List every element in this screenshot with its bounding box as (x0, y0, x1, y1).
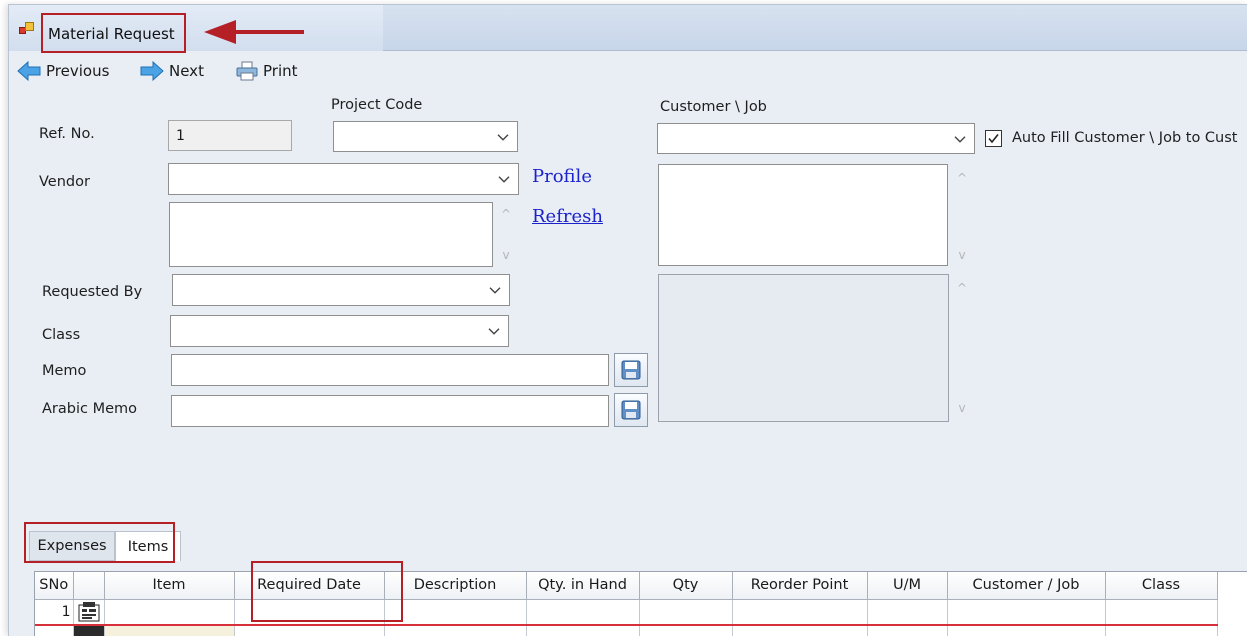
cell-item-picker[interactable] (73, 625, 105, 636)
column-header-blank[interactable] (73, 572, 105, 600)
requested-by-label: Requested By (42, 284, 143, 300)
printer-icon (236, 61, 258, 81)
cell-qty[interactable] (639, 599, 733, 626)
cell-description[interactable] (384, 599, 527, 626)
project-code-dropdown[interactable] (333, 121, 518, 152)
items-table: SNo Item Required Date Description Qty. … (35, 572, 1218, 636)
table-row[interactable]: 1 (35, 599, 1218, 626)
scroll-up-icon[interactable]: ^ (955, 282, 969, 294)
cell-um[interactable] (867, 599, 948, 626)
cell-sno (35, 625, 74, 636)
grid-header-row: SNo Item Required Date Description Qty. … (35, 572, 1218, 600)
cell-required-date[interactable] (234, 625, 385, 636)
app-icon (19, 22, 35, 36)
column-header-description[interactable]: Description (384, 572, 527, 600)
refresh-link[interactable]: Refresh (532, 206, 603, 227)
customer-address-textarea[interactable] (658, 164, 948, 266)
cell-qty[interactable] (639, 625, 733, 636)
next-button[interactable]: Next (140, 59, 204, 83)
cell-class[interactable] (1105, 625, 1218, 636)
print-label: Print (263, 62, 298, 80)
cell-sno: 1 (35, 599, 74, 626)
arabic-memo-input[interactable] (171, 395, 609, 427)
project-code-label: Project Code (331, 97, 423, 113)
column-header-class[interactable]: Class (1105, 572, 1218, 600)
cell-class[interactable] (1105, 599, 1218, 626)
previous-button[interactable]: Previous (17, 59, 109, 83)
checkmark-icon (988, 134, 999, 144)
cell-item[interactable] (104, 599, 235, 626)
scroll-up-icon[interactable]: ^ (499, 208, 513, 220)
arrow-right-icon (140, 61, 164, 81)
vendor-dropdown[interactable] (168, 163, 519, 195)
column-header-customer-job[interactable]: Customer / Job (947, 572, 1106, 600)
table-row[interactable] (35, 625, 1218, 636)
chevron-down-icon (954, 135, 966, 143)
cell-um[interactable] (867, 625, 948, 636)
cell-item[interactable] (104, 625, 235, 636)
column-header-item[interactable]: Item (104, 572, 235, 600)
ref-no-label: Ref. No. (39, 126, 95, 142)
print-button[interactable]: Print (236, 59, 298, 83)
cell-customer-job[interactable] (947, 599, 1106, 626)
scroll-up-icon[interactable]: ^ (955, 172, 969, 184)
title-bar: Material Request (9, 5, 1247, 51)
auto-fill-label: Auto Fill Customer \ Job to Cust (1012, 130, 1238, 146)
required-date-highlight-box (251, 561, 403, 622)
vendor-address-textarea[interactable] (169, 202, 493, 267)
chevron-down-icon (497, 133, 509, 141)
tabs-highlight-box (24, 522, 175, 563)
scroll-down-icon[interactable]: v (955, 402, 969, 414)
address-panel[interactable] (658, 274, 949, 422)
items-grid: SNo Item Required Date Description Qty. … (34, 571, 1247, 636)
material-request-window: Material Request Previous Next Print Ref… (8, 4, 1247, 636)
chevron-down-icon (498, 176, 510, 183)
class-label: Class (42, 327, 81, 343)
class-dropdown[interactable] (170, 315, 509, 347)
arrow-left-icon (17, 61, 41, 81)
cell-reorder-point[interactable] (732, 625, 868, 636)
column-header-reorder-point[interactable]: Reorder Point (732, 572, 868, 600)
scroll-down-icon[interactable]: v (955, 249, 969, 261)
floppy-disk-icon (621, 400, 641, 420)
memo-label: Memo (42, 363, 87, 379)
cell-qty-in-hand[interactable] (526, 599, 640, 626)
arabic-memo-save-button[interactable] (614, 393, 648, 427)
column-header-sno[interactable]: SNo (35, 572, 74, 600)
ref-no-field[interactable]: 1 (168, 120, 292, 151)
floppy-disk-icon (621, 360, 641, 380)
tab-strip: Expenses Items (27, 525, 1247, 567)
previous-label: Previous (46, 62, 110, 80)
requested-by-dropdown[interactable] (172, 274, 510, 306)
chevron-down-icon (488, 328, 500, 335)
column-header-qty-in-hand[interactable]: Qty. in Hand (526, 572, 640, 600)
profile-link[interactable]: Profile (532, 166, 592, 187)
annotation-arrow-icon (204, 20, 304, 44)
navigation-toolbar: Previous Next Print (9, 59, 409, 85)
cell-description[interactable] (384, 625, 527, 636)
cell-item-picker[interactable] (73, 599, 105, 626)
customer-job-dropdown[interactable] (657, 123, 975, 154)
column-header-um[interactable]: U/M (867, 572, 948, 600)
next-label: Next (169, 62, 204, 80)
cell-customer-job[interactable] (947, 625, 1106, 636)
item-lookup-icon (78, 602, 99, 622)
title-highlight-box (41, 13, 186, 53)
memo-input[interactable] (171, 354, 609, 386)
vendor-label: Vendor (39, 174, 90, 190)
memo-save-button[interactable] (614, 353, 648, 387)
arabic-memo-label: Arabic Memo (42, 401, 138, 417)
customer-job-label: Customer \ Job (660, 99, 767, 115)
scroll-down-icon[interactable]: v (499, 249, 513, 261)
cell-qty-in-hand[interactable] (526, 625, 640, 636)
ref-no-value: 1 (176, 127, 185, 144)
cell-reorder-point[interactable] (732, 599, 868, 626)
chevron-down-icon (489, 287, 501, 294)
column-header-qty[interactable]: Qty (639, 572, 733, 600)
auto-fill-checkbox[interactable] (985, 130, 1002, 147)
